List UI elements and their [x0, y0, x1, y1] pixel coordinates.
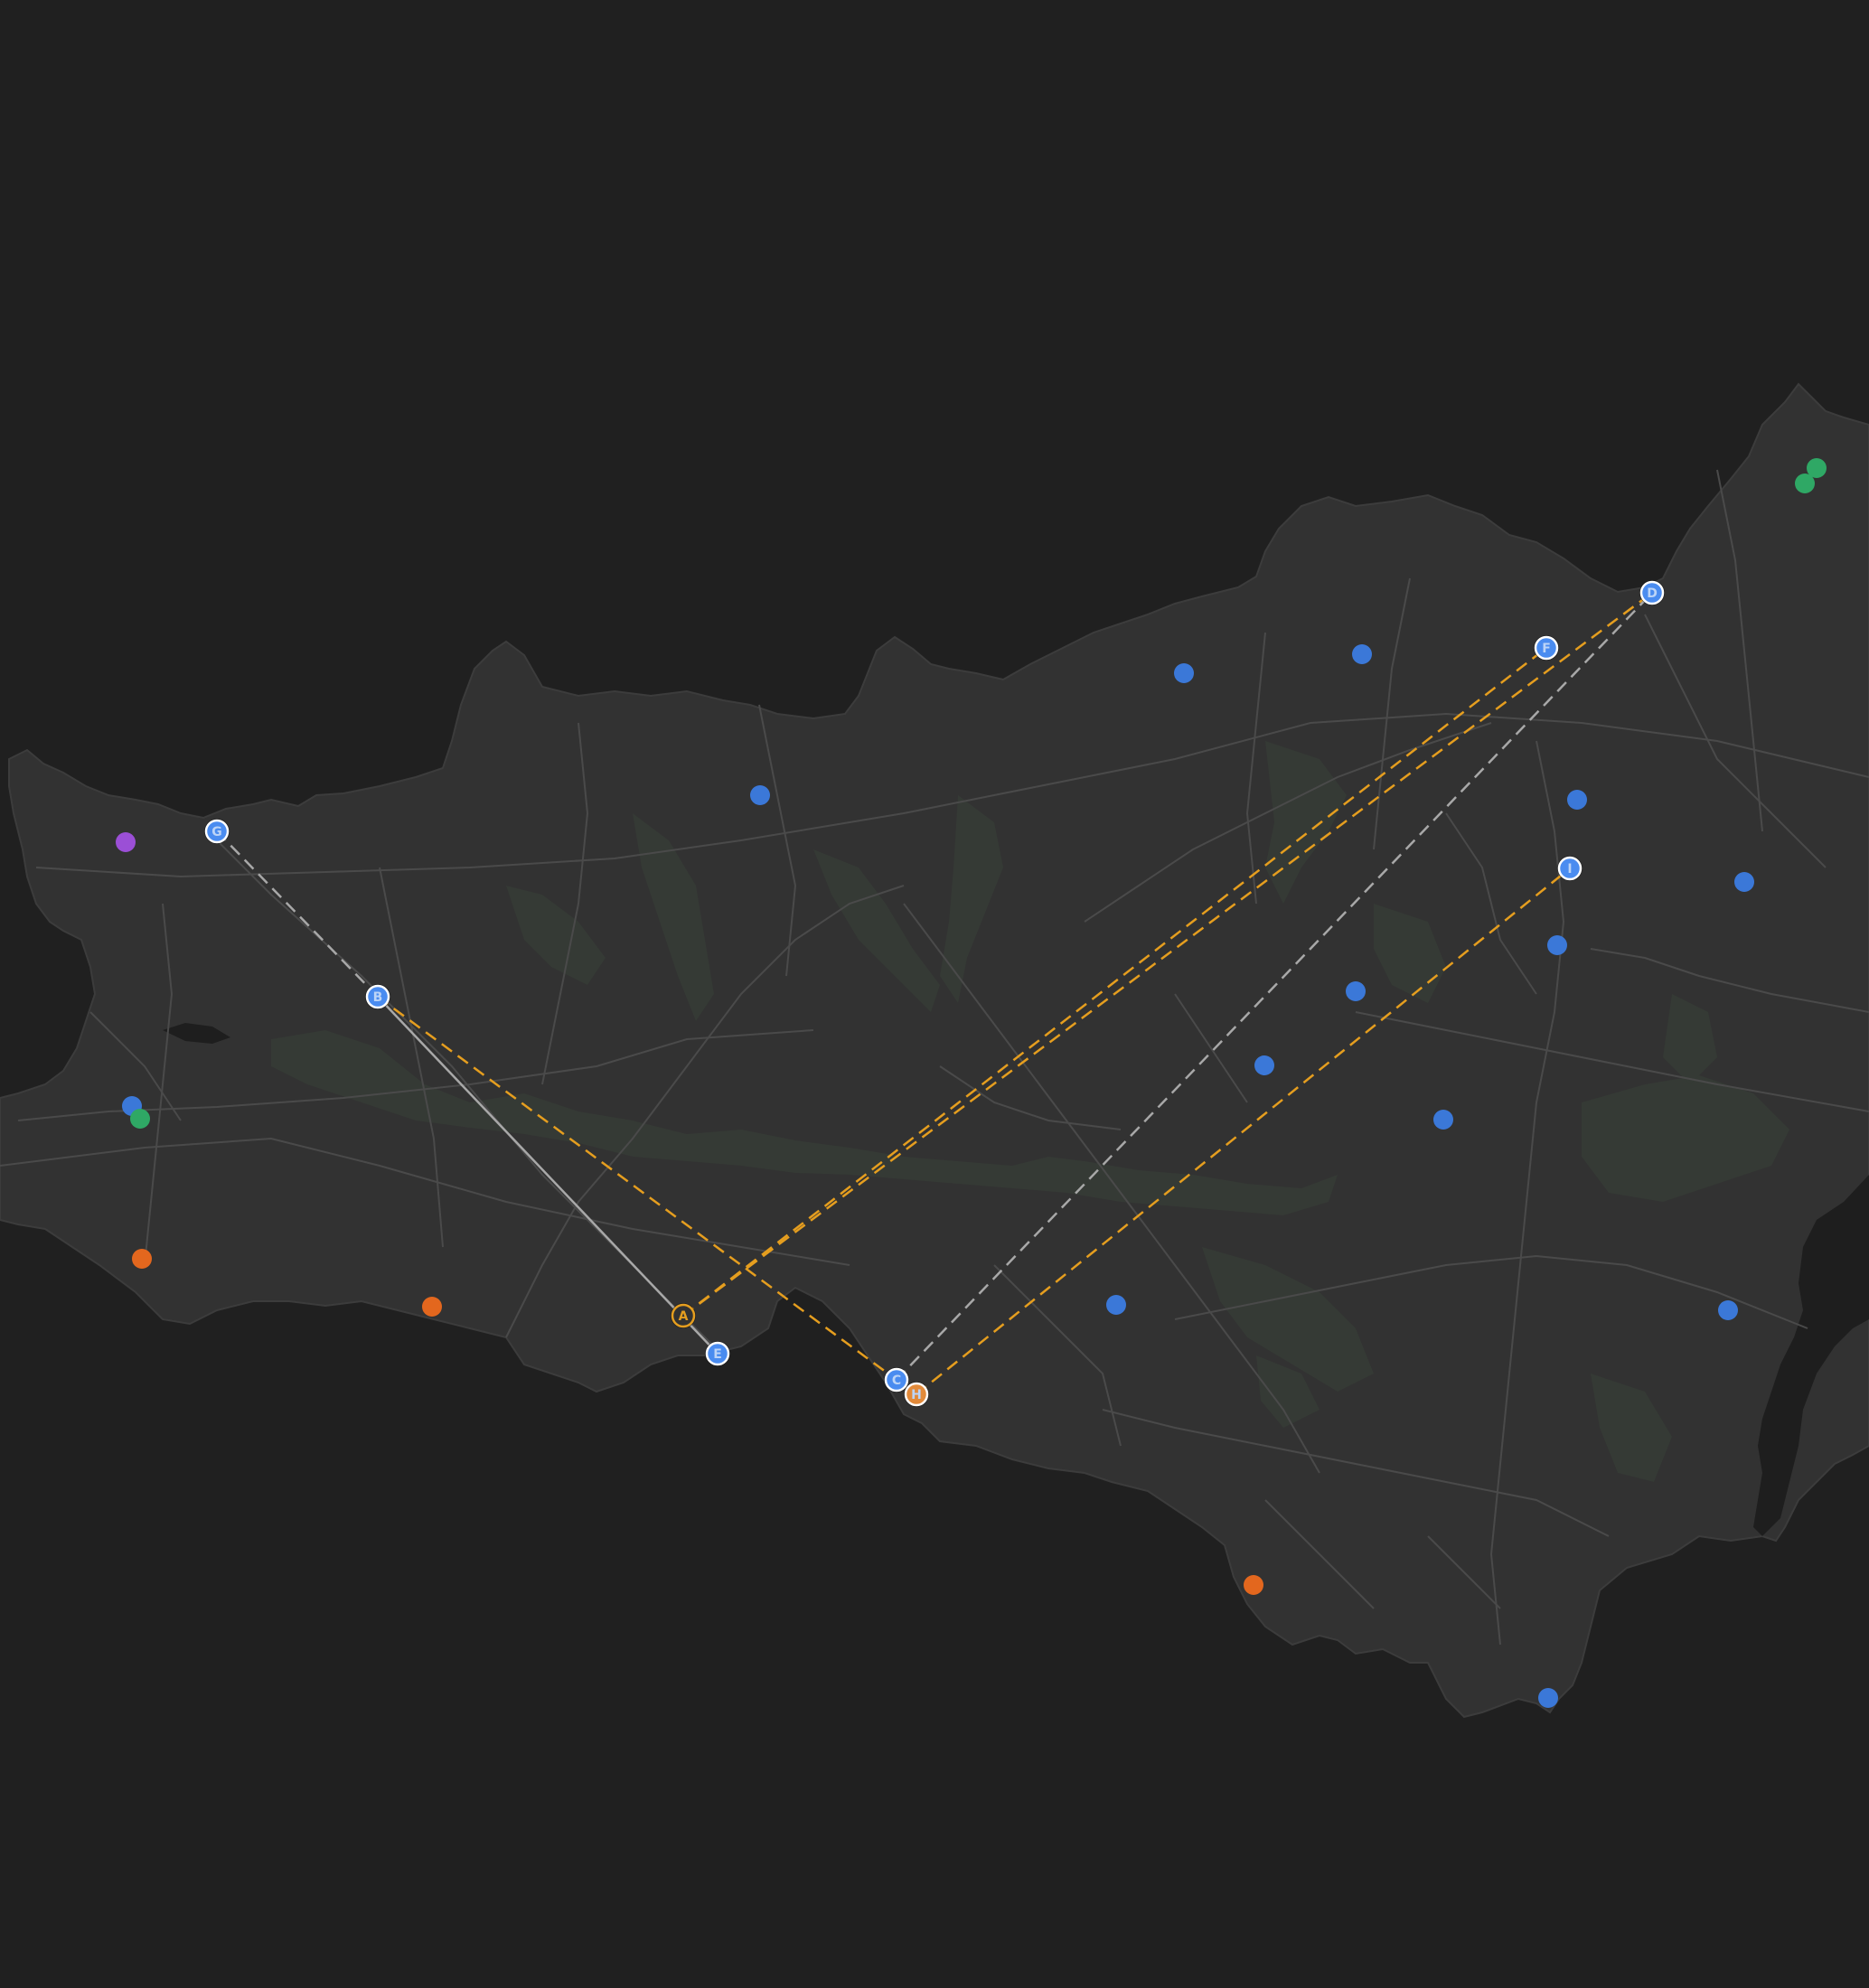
poi-blue-dot[interactable] — [1174, 663, 1194, 683]
poi-blue-dot[interactable] — [1352, 644, 1372, 664]
poi-blue-dot[interactable] — [1538, 1688, 1558, 1708]
poi-blue-dot[interactable] — [1567, 790, 1587, 810]
marker-E[interactable]: E — [705, 1341, 730, 1366]
marker-label: I — [1567, 862, 1572, 877]
map-canvas[interactable]: G B A E CH F D I — [0, 0, 1869, 1988]
marker-label: E — [713, 1347, 722, 1362]
poi-orange-dot[interactable] — [1244, 1575, 1263, 1595]
marker-label: A — [679, 1309, 689, 1324]
poi-green-dot[interactable] — [130, 1109, 150, 1129]
marker-I[interactable]: I — [1557, 856, 1583, 881]
marker-label: G — [211, 825, 222, 839]
poi-blue-dot[interactable] — [1346, 981, 1366, 1001]
marker-label: B — [373, 990, 383, 1005]
marker-H[interactable]: H — [904, 1382, 929, 1407]
marker-B[interactable]: B — [365, 984, 390, 1009]
marker-F[interactable]: F — [1534, 635, 1559, 661]
poi-blue-dot[interactable] — [1734, 872, 1754, 892]
poi-blue-dot[interactable] — [1718, 1300, 1738, 1320]
poi-purple-dot[interactable] — [116, 832, 136, 852]
poi-blue-dot[interactable] — [1106, 1295, 1126, 1315]
marker-label: D — [1647, 586, 1658, 601]
marker-G[interactable]: G — [204, 819, 230, 844]
marker-label: C — [892, 1374, 901, 1388]
poi-blue-dot[interactable] — [1547, 935, 1567, 955]
poi-green-dot[interactable] — [1795, 474, 1815, 493]
marker-D[interactable]: D — [1639, 580, 1665, 605]
marker-label: F — [1542, 642, 1551, 656]
poi-orange-dot[interactable] — [132, 1249, 152, 1269]
marker-A[interactable]: A — [671, 1303, 696, 1328]
poi-blue-dot[interactable] — [1433, 1110, 1453, 1130]
poi-blue-dot[interactable] — [750, 785, 770, 805]
poi-orange-dot[interactable] — [422, 1297, 442, 1317]
marker-label: H — [911, 1388, 922, 1402]
poi-blue-dot[interactable] — [1254, 1055, 1274, 1075]
